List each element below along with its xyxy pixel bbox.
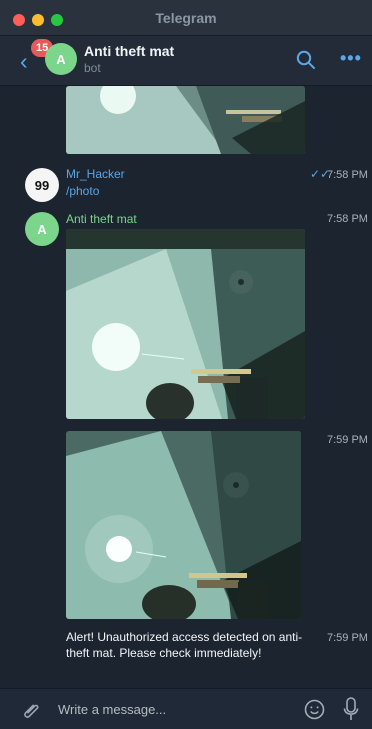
command-text[interactable]: /photo [66, 184, 99, 198]
back-chevron-icon[interactable]: ‹ [20, 50, 28, 73]
hacker-avatar[interactable]: 99 [25, 168, 59, 202]
message-time: 7:58 PM [327, 169, 368, 181]
camera-photo[interactable] [66, 431, 301, 619]
chat-header: ‹ 15 A Anti theft mat bot ••• [0, 36, 372, 86]
microphone-icon[interactable] [343, 697, 359, 722]
message-time: 7:59 PM [327, 434, 368, 446]
message-list[interactable]: 99 Mr_Hacker /photo ✓✓ 7:58 PM A Anti th… [0, 86, 372, 681]
attachment-icon[interactable] [22, 700, 42, 720]
alert-message[interactable]: Alert! Unauthorized access detected on a… [66, 629, 311, 661]
bot-avatar[interactable]: A [25, 212, 59, 246]
message-sender[interactable]: Mr_Hacker [66, 167, 125, 181]
message-time: 7:58 PM [327, 213, 368, 225]
emoji-icon[interactable] [304, 699, 325, 720]
message-sender[interactable]: Anti theft mat [66, 212, 137, 226]
message-time: 7:59 PM [327, 632, 368, 644]
camera-photo[interactable] [66, 229, 305, 419]
message-composer [0, 688, 372, 729]
chat-avatar[interactable]: A [45, 43, 77, 75]
window-titlebar: Telegram [0, 0, 372, 36]
chat-status: bot [84, 61, 101, 75]
more-icon[interactable]: ••• [340, 48, 362, 69]
message-input[interactable] [58, 697, 278, 721]
previous-photo[interactable] [66, 86, 305, 154]
window-title: Telegram [155, 10, 217, 26]
chat-name[interactable]: Anti theft mat [84, 43, 174, 59]
search-icon[interactable] [296, 50, 316, 70]
